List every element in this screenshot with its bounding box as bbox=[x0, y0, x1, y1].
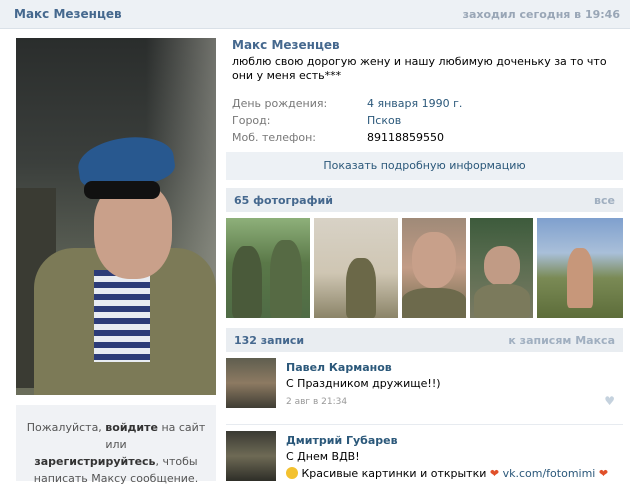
thumb-figure bbox=[232, 246, 262, 318]
login-prompt-text-1: Пожалуйста, bbox=[26, 421, 106, 434]
post-link[interactable]: vk.com/fotomimi bbox=[503, 467, 596, 480]
photo-thumbnail[interactable] bbox=[314, 218, 398, 318]
wall-section-header: 132 записи к записям Макса bbox=[226, 328, 623, 352]
avatar[interactable] bbox=[226, 431, 276, 481]
post-text: С Днем ВДВ! bbox=[286, 450, 360, 463]
login-prompt-text-3: , чтобы bbox=[155, 455, 198, 468]
login-prompt-box: Пожалуйста, войдите на сайт или зарегист… bbox=[16, 405, 216, 485]
heart-emoji-icon: ❤ bbox=[489, 467, 500, 480]
profile-info: День рождения: 4 января 1990 г. Город: П… bbox=[232, 97, 623, 148]
photo-sunglasses bbox=[84, 181, 160, 199]
page-header: Макс Мезенцев заходил сегодня в 19:46 bbox=[0, 0, 630, 29]
photo-thumbnail[interactable] bbox=[402, 218, 466, 318]
info-row-birthday: День рождения: 4 января 1990 г. bbox=[232, 97, 623, 114]
to-posts-link[interactable]: к записям Макса bbox=[508, 334, 615, 347]
profile-photo[interactable] bbox=[16, 38, 216, 395]
wall-post: Павел Карманов С Праздником дружище!!) 2… bbox=[226, 352, 623, 425]
left-column: Пожалуйста, войдите на сайт или зарегист… bbox=[16, 38, 216, 485]
photos-section-header: 65 фотографий все bbox=[226, 188, 623, 212]
header-user-name[interactable]: Макс Мезенцев bbox=[14, 7, 122, 21]
profile-name: Макс Мезенцев bbox=[232, 38, 340, 52]
thumb-figure bbox=[412, 232, 456, 288]
info-label: Моб. телефон: bbox=[232, 131, 317, 144]
post-extra-line: Красивые картинки и открытки ❤ vk.com/fo… bbox=[286, 467, 608, 480]
post-text: С Праздником дружище!!) bbox=[286, 377, 441, 390]
login-prompt-text-4: написать Максу сообщение. bbox=[33, 472, 199, 485]
heart-icon[interactable]: ♥ bbox=[604, 394, 615, 408]
last-seen-status: заходил сегодня в 19:46 bbox=[462, 8, 620, 21]
thumb-figure bbox=[270, 240, 302, 318]
photos-all-link[interactable]: все bbox=[594, 194, 615, 207]
photo-telnyashka bbox=[94, 270, 150, 362]
smile-emoji-icon bbox=[286, 467, 298, 479]
right-column: Макс Мезенцев люблю свою дорогую жену и … bbox=[226, 34, 623, 497]
post-extra-text: Красивые картинки и открытки bbox=[301, 467, 487, 480]
photos-count-link[interactable]: 65 фотографий bbox=[234, 194, 333, 207]
photo-thumbnails bbox=[226, 218, 623, 318]
post-author[interactable]: Павел Карманов bbox=[286, 361, 392, 374]
heart-emoji-icon: ❤ bbox=[598, 467, 609, 480]
wall-post: Дмитрий Губарев С Днем ВДВ! Красивые кар… bbox=[226, 425, 623, 497]
photo-thumbnail[interactable] bbox=[470, 218, 533, 318]
thumb-figure bbox=[474, 284, 530, 318]
info-label: День рождения: bbox=[232, 97, 328, 110]
info-row-phone: Моб. телефон: 89118859550 bbox=[232, 131, 623, 148]
birthday-link[interactable]: 4 января 1990 г. bbox=[367, 97, 462, 110]
avatar[interactable] bbox=[226, 358, 276, 408]
show-more-info-button[interactable]: Показать подробную информацию bbox=[226, 152, 623, 180]
phone-value: 89118859550 bbox=[367, 131, 444, 144]
wall-count-label: 132 записи bbox=[234, 334, 305, 347]
city-link[interactable]: Псков bbox=[367, 114, 401, 127]
thumb-figure bbox=[346, 258, 376, 318]
thumb-figure bbox=[402, 288, 466, 318]
photo-thumbnail[interactable] bbox=[226, 218, 310, 318]
post-date[interactable]: 2 авг в 21:34 bbox=[286, 397, 347, 407]
thumb-figure bbox=[484, 246, 520, 286]
profile-status: люблю свою дорогую жену и нашу любимую д… bbox=[232, 55, 607, 82]
info-label: Город: bbox=[232, 114, 271, 127]
post-author[interactable]: Дмитрий Губарев bbox=[286, 434, 398, 447]
login-link[interactable]: войдите bbox=[105, 421, 158, 434]
photo-thumbnail[interactable] bbox=[537, 218, 623, 318]
info-row-city: Город: Псков bbox=[232, 114, 623, 131]
thumb-figure bbox=[567, 248, 593, 308]
register-link[interactable]: зарегистрируйтесь bbox=[34, 455, 155, 468]
